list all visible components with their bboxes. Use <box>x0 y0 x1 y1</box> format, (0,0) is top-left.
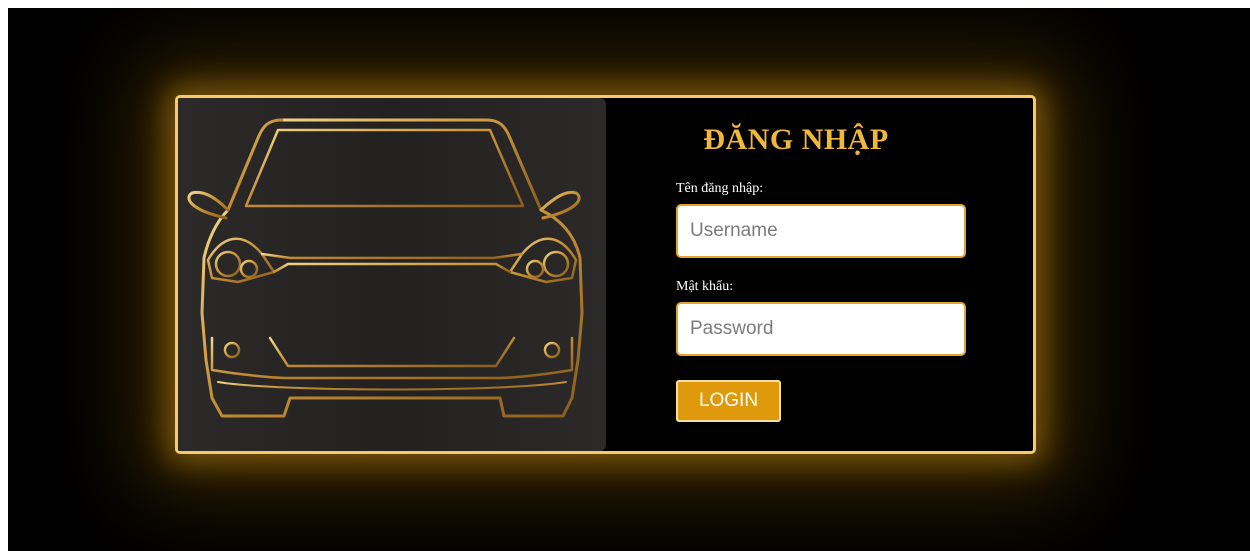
illustration-panel <box>178 98 606 451</box>
page-background: ĐĂNG NHẬP Tên đăng nhập: Mật khẩu: LOGIN <box>8 8 1250 551</box>
username-input[interactable] <box>676 204 966 258</box>
login-button[interactable]: LOGIN <box>676 380 781 422</box>
username-label: Tên đăng nhập: <box>676 181 764 196</box>
password-label: Mật khẩu: <box>676 279 734 294</box>
password-input[interactable] <box>676 302 966 356</box>
login-form: ĐĂNG NHẬP Tên đăng nhập: Mật khẩu: LOGIN <box>606 98 1033 451</box>
login-title: ĐĂNG NHẬP <box>703 123 889 156</box>
car-front-outline-icon <box>187 118 584 418</box>
login-card: ĐĂNG NHẬP Tên đăng nhập: Mật khẩu: LOGIN <box>175 95 1036 454</box>
